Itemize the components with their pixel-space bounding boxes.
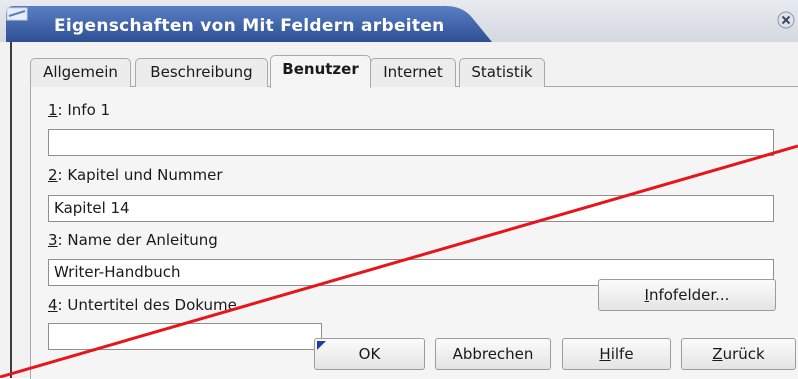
- ok-button[interactable]: OK: [314, 338, 425, 370]
- info-1-field[interactable]: [48, 129, 774, 156]
- close-icon[interactable]: [776, 10, 796, 30]
- field-label-text: : Info 1: [57, 101, 111, 119]
- window-title: Eigenschaften von Mit Feldern arbeiten: [54, 16, 445, 36]
- field-mnemonic: 1: [48, 101, 58, 119]
- button-label: nfofelder...: [648, 286, 730, 304]
- document-icon: [6, 7, 28, 21]
- tab-statistik[interactable]: Statistik: [459, 58, 545, 87]
- tab-beschreibung[interactable]: Beschreibung: [135, 58, 268, 87]
- tab-allgemein[interactable]: Allgemein: [30, 58, 131, 87]
- infofelder-button[interactable]: Infofelder...: [598, 279, 776, 311]
- field-mnemonic: 2: [48, 166, 58, 184]
- button-label: urück: [722, 345, 765, 363]
- untertitel-field[interactable]: [48, 323, 322, 350]
- field-label-text: : Name der Anleitung: [57, 231, 218, 249]
- hilfe-button[interactable]: Hilfe: [562, 338, 671, 370]
- field-label-anleitung: 3: Name der Anleitung: [48, 231, 218, 249]
- button-label: ilfe: [610, 345, 634, 363]
- title-bar: Eigenschaften von Mit Feldern arbeiten: [0, 0, 798, 42]
- field-label-text: : Untertitel des Dokume: [57, 296, 237, 314]
- active-window-tab[interactable]: Eigenschaften von Mit Feldern arbeiten: [6, 6, 492, 42]
- field-label-untertitel: 4: Untertitel des Dokume: [48, 296, 237, 314]
- field-label-text: : Kapitel und Nummer: [57, 166, 223, 184]
- tab-benutzer[interactable]: Benutzer: [270, 55, 371, 88]
- zurueck-button[interactable]: Zurück: [681, 338, 796, 370]
- window-left-border: [10, 42, 12, 378]
- abbrechen-button[interactable]: Abbrechen: [435, 338, 551, 370]
- field-label-info-1: 1: Info 1: [48, 101, 110, 119]
- button-mnemonic: H: [599, 345, 611, 363]
- field-label-kapitel: 2: Kapitel und Nummer: [48, 166, 223, 184]
- field-mnemonic: 3: [48, 231, 58, 249]
- kapitel-und-nummer-field[interactable]: Kapitel 14: [48, 195, 774, 222]
- field-mnemonic: 4: [48, 296, 58, 314]
- tab-internet[interactable]: Internet: [370, 58, 456, 87]
- button-mnemonic: Z: [712, 345, 723, 363]
